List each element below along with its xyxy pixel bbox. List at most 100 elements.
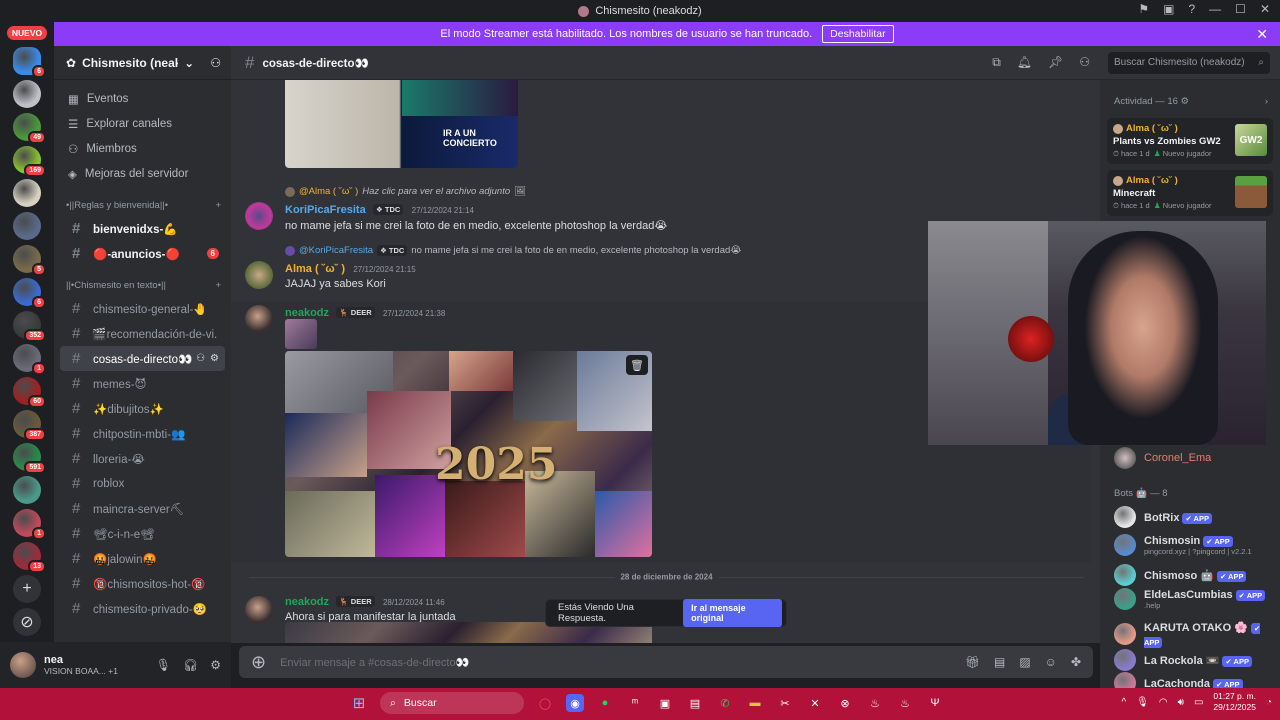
channel-item[interactable]: # 🎬recomendación-de-vi... — [60, 321, 225, 346]
add-server-icon[interactable]: + — [13, 575, 41, 603]
server-icon[interactable]: 387 — [13, 410, 46, 441]
channel-item[interactable]: # bienvenidxs-💪 — [60, 216, 225, 241]
avatar[interactable] — [245, 596, 273, 624]
epic-games-icon[interactable]: ▣ — [656, 694, 674, 712]
spotify-icon[interactable]: ● — [596, 694, 614, 712]
server-icon[interactable] — [13, 80, 41, 108]
wifi-icon[interactable]: ◠ — [1159, 697, 1168, 708]
nav-members[interactable]: ⚇ Miembros — [54, 136, 231, 161]
bot-item[interactable]: EldeLasCumbias ✔ APP .help — [1114, 587, 1274, 610]
message-author[interactable]: neakodz — [285, 307, 329, 319]
reply-preview[interactable]: @Alma ( ˘ω˘ ) Haz clic para ver el archi… — [285, 186, 526, 197]
xbox-icon[interactable]: ⊗ — [836, 694, 854, 712]
close-banner-icon[interactable]: ✕ — [1256, 26, 1268, 43]
bot-item[interactable]: BotRix ✔ APP — [1114, 506, 1274, 528]
server-header[interactable]: ✿ Chismesito (neak... ⌄ ⚇ — [54, 46, 231, 80]
avatar[interactable] — [245, 202, 273, 230]
search-input[interactable]: Buscar Chismesito (neakodz) ⌕ — [1108, 51, 1270, 74]
attachment-image[interactable]: 2025 🗑︎ — [285, 351, 652, 557]
server-icon[interactable] — [13, 179, 41, 207]
microphone-icon[interactable]: 🎙︎ — [156, 658, 171, 672]
bot-item[interactable]: KARUTA OTAKO 🌸 ✔ APP — [1114, 620, 1274, 648]
gif-icon[interactable]: ▤ — [994, 655, 1005, 669]
server-icon[interactable]: 13 — [13, 542, 46, 573]
screen-icon[interactable]: ▣ — [1163, 2, 1174, 16]
channel-item[interactable]: # roblox — [60, 471, 225, 496]
server-icon[interactable]: 6 — [13, 278, 46, 309]
taskbar-search[interactable]: ⌕ Buscar — [380, 692, 524, 714]
steam-alt-icon[interactable]: ♨ — [896, 694, 914, 712]
emoji-icon[interactable]: ☺ — [1045, 655, 1057, 669]
capcut-icon[interactable]: ✂ — [776, 694, 794, 712]
reply-preview[interactable]: @KoriPicaFresita ❖ TDC no mame jefa si m… — [285, 245, 741, 256]
category-rules[interactable]: •||Reglas y bienvenida||• + — [54, 194, 231, 216]
activity-card[interactable]: Alma ( ˘ω˘ ) Minecraft ⏱ hace 1 d ♟ Nuev… — [1107, 170, 1273, 216]
clock[interactable]: 01:27 p. m. 29/12/2025 — [1213, 691, 1256, 713]
help-icon[interactable]: ? — [1188, 2, 1195, 16]
avatar[interactable] — [10, 652, 36, 678]
channel-item[interactable]: # chitpostin-mbti-👥 — [60, 421, 225, 446]
bot-item[interactable]: LaCachonda ✔ APP — [1114, 672, 1274, 688]
channel-item[interactable]: # chismesito-general-🤚 — [60, 296, 225, 321]
message-author[interactable]: Alma ( ˘ω˘ ) — [285, 263, 345, 275]
volume-icon[interactable]: 🔊︎ — [1178, 697, 1184, 708]
discord-icon[interactable]: ◉ — [566, 694, 584, 712]
add-attachment-icon[interactable]: ⊕ — [251, 652, 266, 673]
close-window-icon[interactable]: ✕ — [1260, 2, 1270, 16]
member-item[interactable]: Coronel_Ema — [1114, 447, 1274, 469]
avatar[interactable] — [245, 261, 273, 289]
message-input[interactable]: Enviar mensaje a #cosas-de-directo👀 — [280, 656, 951, 669]
channel-item[interactable]: # ✨dibujitos✨ — [60, 396, 225, 421]
channel-item[interactable]: # 🔴-anuncios-🔴 6 — [60, 241, 225, 266]
pin-icon[interactable]: 📌︎ — [1048, 55, 1063, 70]
channel-item[interactable]: # cosas-de-directo👀 ⚇ ⚙ — [60, 346, 225, 371]
headphones-icon[interactable]: 🎧︎ — [183, 658, 198, 672]
folder-icon[interactable]: ▬ — [746, 694, 764, 712]
gift-icon[interactable]: 🎁︎ — [965, 655, 980, 669]
jump-to-original-button[interactable]: Ir al mensaje original — [683, 599, 782, 627]
server-icon[interactable]: 6 — [13, 47, 46, 78]
maximize-icon[interactable]: ☐ — [1235, 2, 1246, 16]
bot-item[interactable]: La Rockola 📼 ✔ APP — [1114, 649, 1274, 671]
microphone-icon[interactable]: 🎙︎ — [1136, 697, 1149, 708]
server-icon[interactable]: 5 — [13, 245, 46, 276]
server-icon[interactable]: 169 — [13, 146, 46, 177]
channel-item[interactable]: # 🔞chismositos-hot-🔞 — [60, 571, 225, 596]
server-icon[interactable]: 591 — [13, 443, 46, 474]
sticker-thumb[interactable] — [285, 319, 317, 349]
battery-icon[interactable]: ▭ — [1194, 697, 1203, 708]
server-icon[interactable] — [13, 476, 41, 504]
server-icon[interactable]: 60 — [13, 377, 46, 408]
channel-item[interactable]: # 📽c-i-n-e📽 — [60, 521, 225, 546]
gear-icon[interactable]: ⚙ — [210, 658, 221, 672]
new-badge[interactable]: NUEVO — [6, 26, 48, 40]
nav-boosts[interactable]: ◈ Mejoras del servidor — [54, 161, 231, 186]
channel-item[interactable]: # 🤬jalowin🤬 — [60, 546, 225, 571]
add-channel-icon[interactable]: + — [215, 280, 221, 291]
capcut-alt-icon[interactable]: ✕ — [806, 694, 824, 712]
opera-icon[interactable]: ◯ — [536, 694, 554, 712]
minimize-icon[interactable]: — — [1209, 2, 1221, 16]
inbox-icon[interactable]: ⚑ — [1138, 2, 1149, 16]
tray-chevron-icon[interactable]: ^ — [1122, 697, 1127, 708]
gear-icon[interactable]: ⚙ — [210, 353, 219, 364]
channel-item[interactable]: # lloreria-😭 — [60, 446, 225, 471]
activity-header[interactable]: Actividad — 16 ⚙ › — [1100, 88, 1280, 114]
app-icon[interactable]: ᵐ — [626, 694, 644, 712]
category-text[interactable]: ||•Chismesito en texto•|| + — [54, 274, 231, 296]
server-icon[interactable]: 49 — [13, 113, 46, 144]
avatar[interactable] — [245, 305, 273, 333]
server-icon[interactable]: 1 — [13, 344, 46, 375]
server-icon[interactable] — [13, 212, 41, 240]
activity-card[interactable]: Alma ( ˘ω˘ ) Plants vs Zombies GW2 ⏱ hac… — [1107, 118, 1273, 164]
attachment-image[interactable]: IR A UN CONCIERTO — [285, 80, 518, 168]
bot-item[interactable]: Chismoso 🤖 ✔ APP — [1114, 564, 1274, 586]
bot-item[interactable]: Chismosin ✔ APP pingcord.xyz | ?pingcord |… — [1114, 533, 1274, 556]
channel-item[interactable]: # maincra-server⛏ — [60, 496, 225, 521]
member-list-icon[interactable]: ⚇ — [1079, 55, 1090, 70]
server-icon[interactable]: 352 — [13, 311, 46, 342]
disable-streamer-button[interactable]: Deshabilitar — [822, 25, 894, 43]
apps-icon[interactable]: ✤ — [1071, 655, 1081, 669]
nav-events[interactable]: ▦ Eventos — [54, 86, 231, 111]
windows-start-icon[interactable]: ⊞ — [350, 694, 368, 712]
